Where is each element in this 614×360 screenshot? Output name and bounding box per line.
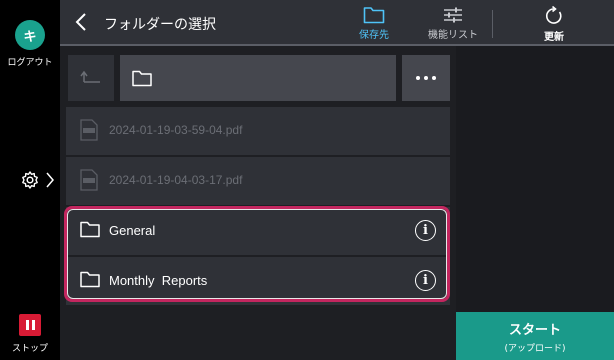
sliders-icon: [444, 7, 462, 23]
folder-icon: [80, 271, 100, 288]
function-list-label: 機能リスト: [428, 30, 478, 41]
start-label: スタート: [508, 323, 561, 338]
main-panel: フォルダーの選択 保存先 機能リスト 更新 2024-01-19-03-59-0…: [60, 0, 614, 360]
left-rail: キ ログアウト ストップ: [0, 0, 60, 360]
chevron-right-icon: [46, 172, 54, 188]
dot: [424, 76, 428, 80]
stop-button[interactable]: ストップ: [0, 314, 60, 354]
header-bar: フォルダーの選択 保存先 機能リスト 更新: [60, 0, 614, 46]
folder-icon: [363, 7, 385, 24]
logout-button[interactable]: キ ログアウト: [0, 20, 60, 68]
folder-name: General: [109, 223, 156, 238]
header-divider: [492, 10, 493, 38]
file-name: 2024-01-19-04-03-17.pdf: [109, 173, 243, 187]
folder-icon: [132, 70, 152, 86]
info-icon[interactable]: i: [415, 220, 436, 241]
page-title: フォルダーの選択: [104, 17, 216, 33]
pdf-file-icon: [80, 169, 98, 191]
file-list: 2024-01-19-03-59-04.pdf 2024-01-19-04-03…: [66, 107, 450, 307]
dot: [416, 76, 420, 80]
back-arrow-icon[interactable]: [74, 12, 90, 32]
stop-icon: [19, 314, 41, 336]
logout-label: ログアウト: [7, 58, 53, 68]
dot: [432, 76, 436, 80]
list-item-file: 2024-01-19-04-03-17.pdf: [66, 157, 450, 205]
refresh-icon: [546, 6, 562, 24]
list-item-folder-monthly-reports[interactable]: Monthly Reports i: [66, 257, 450, 305]
save-to-button[interactable]: 保存先: [348, 6, 400, 41]
more-options-button[interactable]: [402, 55, 450, 101]
folder-name: Monthly Reports: [109, 273, 208, 288]
start-sublabel: (アップロード): [504, 344, 566, 354]
parent-folder-button[interactable]: [68, 55, 114, 101]
pdf-file-icon: [80, 119, 98, 141]
up-arrow-icon: [80, 70, 100, 83]
save-to-label: 保存先: [359, 30, 389, 41]
info-icon[interactable]: i: [415, 270, 436, 291]
avatar: キ: [15, 20, 45, 50]
file-name: 2024-01-19-03-59-04.pdf: [109, 123, 243, 137]
gear-icon: [22, 171, 38, 189]
current-path-field: [120, 55, 396, 101]
side-panel: [456, 46, 614, 312]
refresh-label: 更新: [544, 32, 564, 43]
function-list-button[interactable]: 機能リスト: [418, 6, 488, 41]
start-upload-button[interactable]: スタート (アップロード): [456, 312, 614, 360]
settings-button[interactable]: [20, 166, 56, 194]
list-item-folder-general[interactable]: General i: [66, 207, 450, 255]
list-item-file: 2024-01-19-03-59-04.pdf: [66, 107, 450, 155]
stop-label: ストップ: [11, 344, 48, 354]
folder-icon: [80, 221, 100, 238]
refresh-button[interactable]: 更新: [530, 6, 578, 43]
